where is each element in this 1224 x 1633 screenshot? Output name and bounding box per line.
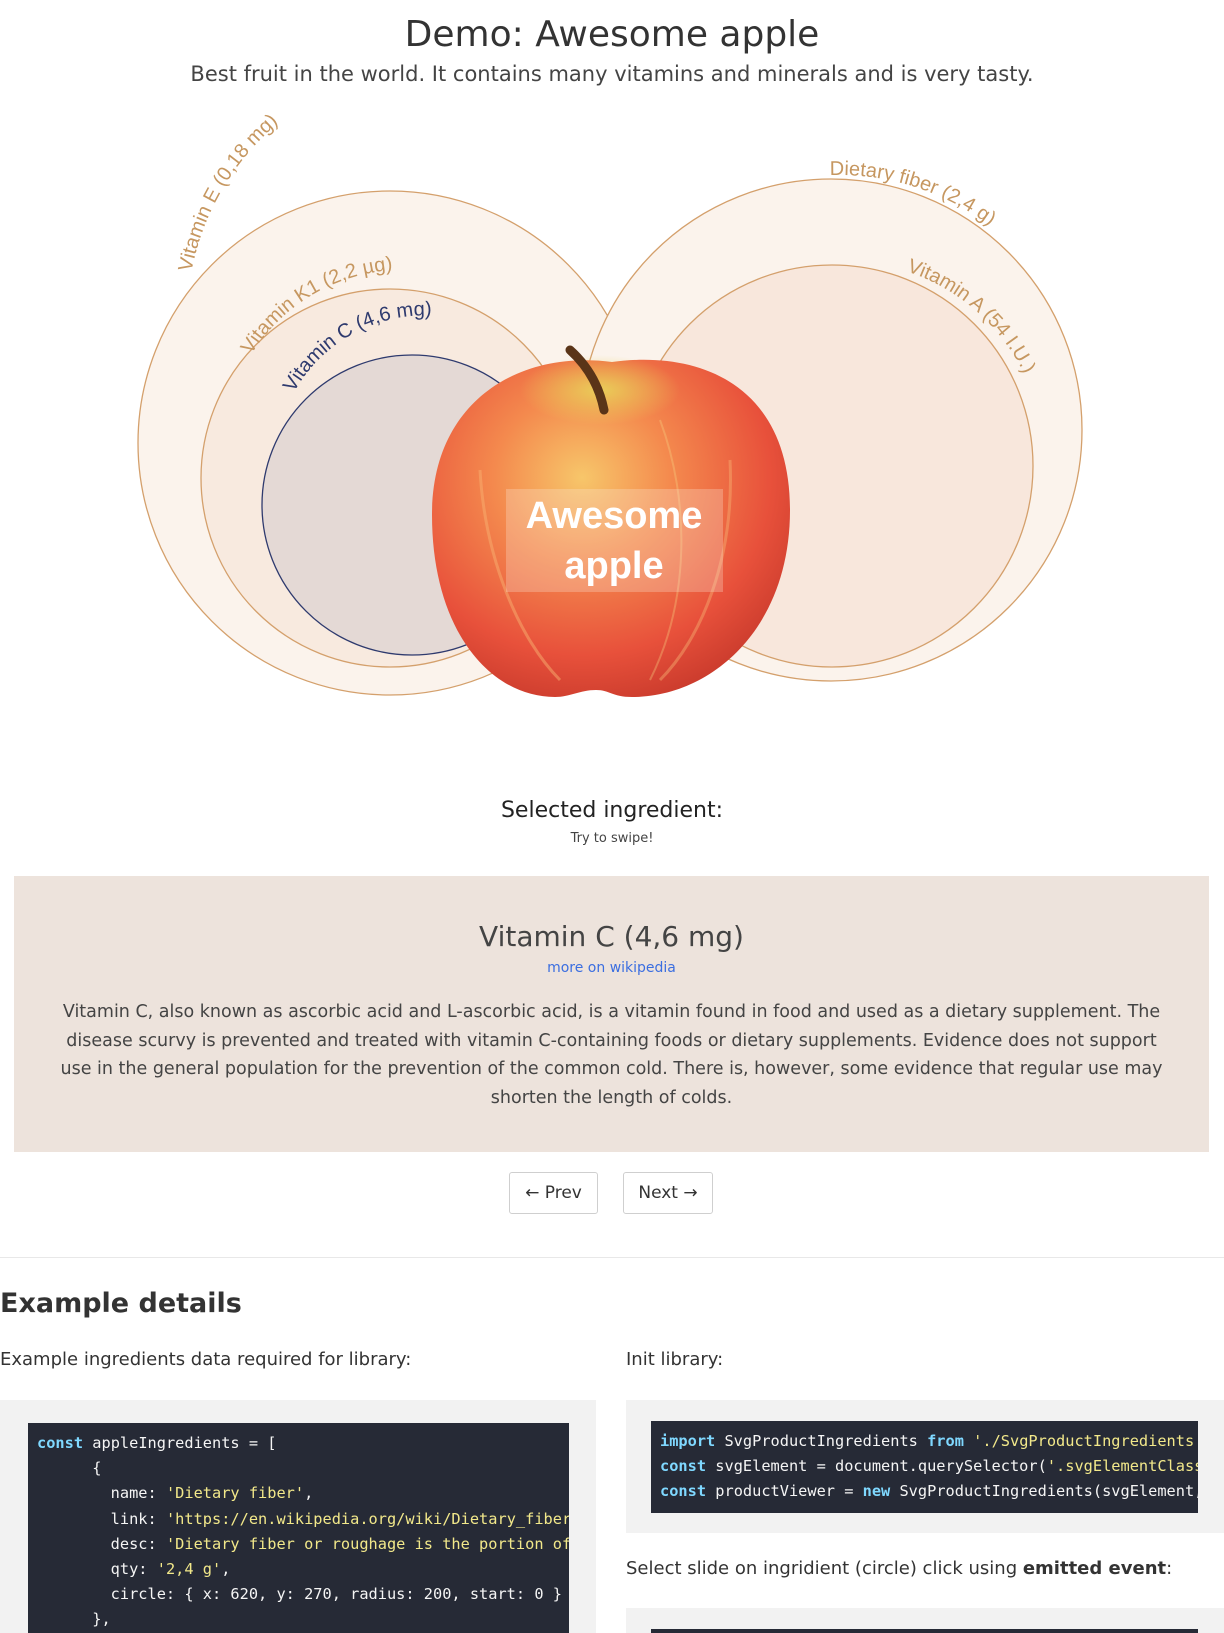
- init-code-line: const svgElement = document.querySelecto…: [660, 1457, 1198, 1476]
- init-code-line: const productViewer = new SvgProductIngr…: [660, 1482, 1198, 1501]
- init-code-line: import SvgProductIngredients from './Svg…: [660, 1432, 1198, 1450]
- selected-heading: Selected ingredient:: [500, 798, 724, 823]
- data-code-line: {: [37, 1459, 102, 1478]
- data-code-line: const appleIngredients = [: [37, 1434, 277, 1452]
- prev-button[interactable]: ← Prev: [509, 1172, 598, 1214]
- data-label: Example ingredients data required for li…: [0, 1349, 412, 1370]
- slide-description: Vitamin C, also known as ascorbic acid a…: [60, 1002, 1163, 1108]
- page-title: Demo: Awesome apple: [404, 14, 820, 55]
- ingredients-visualization: Vitamin E (0,18 mg) Vitamin K1 (2,2 µg) …: [137, 110, 1083, 697]
- event-code[interactable]: productViewer.on('ingredients_select', i…: [651, 1629, 1198, 1633]
- data-code-line: qty: '2,4 g',: [37, 1560, 231, 1579]
- next-button[interactable]: Next →: [623, 1172, 713, 1214]
- init-code[interactable]: import SvgProductIngredients from './Svg…: [651, 1421, 1198, 1513]
- swipe-hint: Try to swipe!: [570, 831, 654, 846]
- data-code-line: },: [37, 1610, 111, 1629]
- event-code-line: productViewer.on('ingredients_select', i…: [660, 1629, 1198, 1633]
- details-title: Example details: [0, 1288, 242, 1319]
- ingredient-slide[interactable]: Vitamin C (4,6 mg) more on wikipedia Vit…: [14, 876, 1209, 1152]
- product-label-line2: apple: [564, 545, 663, 587]
- ingredients-data-code[interactable]: const appleIngredients = [ { name: 'Diet…: [28, 1423, 569, 1633]
- slide-title: Vitamin C (4,6 mg): [479, 920, 744, 953]
- init-label: Init library:: [626, 1349, 724, 1370]
- section-divider: [0, 1257, 1224, 1258]
- page-subtitle: Best fruit in the world. It contains man…: [190, 62, 1034, 86]
- event-label: Select slide on ingridient (circle) clic…: [626, 1558, 1173, 1579]
- data-code-line: name: 'Dietary fiber',: [37, 1484, 314, 1503]
- wikipedia-link[interactable]: more on wikipedia: [14, 960, 1209, 976]
- data-code-line: circle: { x: 620, y: 270, radius: 200, s…: [37, 1585, 562, 1604]
- data-code-line: desc: 'Dietary fiber or roughage is the …: [37, 1534, 569, 1553]
- data-code-line: link: 'https://en.wikipedia.org/wiki/Die…: [37, 1509, 569, 1528]
- product-label-line1: Awesome: [526, 495, 703, 537]
- event-label-bold: emitted event: [1022, 1558, 1167, 1579]
